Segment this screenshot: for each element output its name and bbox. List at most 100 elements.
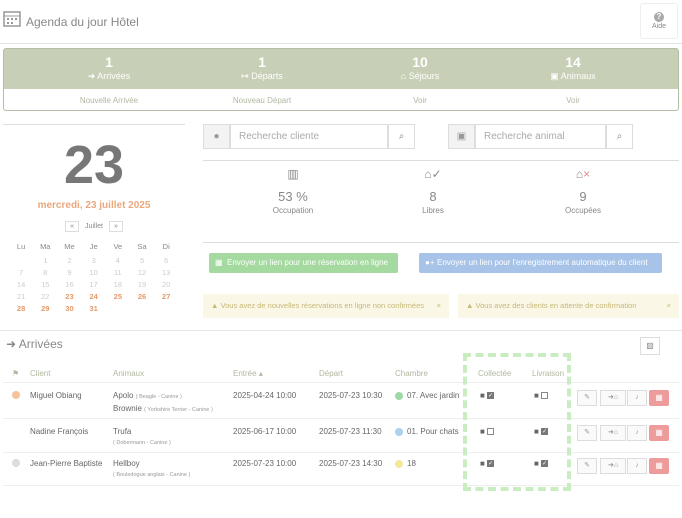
sign-out-icon: ↦ <box>241 71 249 81</box>
checkin-button[interactable]: ➜⌂ <box>600 425 626 441</box>
new-departure-link[interactable]: Nouveau Départ <box>182 96 342 105</box>
calendar-cell[interactable] <box>106 304 130 313</box>
stat-arrivals[interactable]: 1 ➜ Arrivées <box>29 54 189 82</box>
delete-button[interactable]: ▦ <box>649 458 669 474</box>
col-client[interactable]: Client <box>30 369 50 378</box>
calendar-cell[interactable]: 21 <box>9 292 33 301</box>
view-stays-link[interactable]: Voir <box>340 96 500 105</box>
close-icon[interactable]: × <box>667 294 671 318</box>
stat-stays[interactable]: 10 ⌂ Séjours <box>340 54 500 82</box>
calendar-cell[interactable] <box>130 304 154 313</box>
edit-button[interactable]: ✎ <box>577 425 597 441</box>
client-name[interactable]: Miguel Obiang <box>30 391 82 400</box>
search-icon: ⌕ <box>616 131 623 142</box>
help-button[interactable]: ? Aide <box>640 3 678 39</box>
calendar-cell[interactable]: 19 <box>130 280 154 289</box>
client-name[interactable]: Jean-Pierre Baptiste <box>30 459 102 468</box>
edit-button[interactable]: ✎ <box>577 390 597 406</box>
weekday: Me <box>64 242 75 251</box>
calendar-cell[interactable]: 30 <box>57 304 81 313</box>
new-arrival-link[interactable]: Nouvelle Arrivée <box>29 96 189 105</box>
calendar-cell[interactable]: 22 <box>33 292 57 301</box>
free-value: 8 <box>429 189 437 204</box>
checkin-button[interactable]: ➜⌂ <box>600 390 626 406</box>
used-value: 9 <box>579 189 587 204</box>
calendar-cell[interactable]: 3 <box>82 256 106 265</box>
paw-icon: ▣ <box>550 71 559 81</box>
stat-label: Départs <box>251 71 283 81</box>
animal-entry[interactable]: Trufa <box>113 427 131 436</box>
calendar-cell[interactable]: 11 <box>106 268 130 277</box>
col-animals[interactable]: Animaux <box>113 369 144 378</box>
calendar-cell[interactable]: 9 <box>57 268 81 277</box>
stat-animals[interactable]: 14 ▣ Animaux <box>493 54 653 82</box>
col-room[interactable]: Chambre <box>395 369 428 378</box>
calendar-cell[interactable] <box>9 256 33 265</box>
calendar-cell[interactable]: 2 <box>57 256 81 265</box>
notify-button[interactable]: ♪ <box>627 425 647 441</box>
calendar-cell[interactable]: 15 <box>33 280 57 289</box>
occupancy-stat: ▥ 53 % Occupation <box>223 167 363 215</box>
calendar-icon <box>3 11 21 27</box>
notify-button[interactable]: ♪ <box>627 390 647 406</box>
auto-checkin-link-button[interactable]: ●+ Envoyer un lien pour l'enregistrement … <box>419 253 662 273</box>
edit-button[interactable]: ✎ <box>577 458 597 474</box>
calendar-cell[interactable]: 17 <box>82 280 106 289</box>
calendar-cell[interactable]: 25 <box>106 292 130 301</box>
online-booking-link-button[interactable]: ▦ Envoyer un lien pour une réservation en… <box>209 253 398 273</box>
animal-name: Apolo <box>113 391 134 400</box>
calendar-cell[interactable]: 16 <box>57 280 81 289</box>
calendar-cell[interactable]: 26 <box>130 292 154 301</box>
delete-button[interactable]: ▦ <box>649 425 669 441</box>
notify-button[interactable]: ♪ <box>627 458 647 474</box>
client-search: ● Recherche cliente ⌕ <box>203 124 415 149</box>
calendar-cell[interactable]: 6 <box>154 256 178 265</box>
calendar-cell[interactable]: 8 <box>33 268 57 277</box>
client-search-input[interactable]: Recherche cliente <box>230 124 388 149</box>
calendar-cell[interactable]: 20 <box>154 280 178 289</box>
view-animals-link[interactable]: Voir <box>493 96 653 105</box>
calendar-cell[interactable]: 12 <box>130 268 154 277</box>
calendar-cell[interactable]: 29 <box>33 304 57 313</box>
col-departure[interactable]: Départ <box>319 369 343 378</box>
prev-month-button[interactable]: « <box>65 221 80 232</box>
animal-info: ( Dobermann - Canine ) <box>113 440 171 446</box>
checkin-button[interactable]: ➜⌂ <box>600 458 626 474</box>
calendar-cell[interactable]: 4 <box>106 256 130 265</box>
calendar-cell[interactable]: 7 <box>9 268 33 277</box>
col-entry[interactable]: Entrée ▴ <box>233 369 263 378</box>
notice-pending-clients: ▲ Vous avez des clients en attente de co… <box>458 294 679 318</box>
room: 07. Avec jardin <box>395 391 459 400</box>
calendar-cell[interactable]: 14 <box>9 280 33 289</box>
animal-entry[interactable]: Apolo ( Beagle - Canine ) <box>113 391 182 400</box>
close-icon[interactable]: × <box>437 294 441 318</box>
arrivals-title-text: Arrivées <box>18 337 63 351</box>
calendar-cell-today[interactable]: 23 <box>57 292 81 301</box>
calendar-cell[interactable]: 31 <box>82 304 106 313</box>
animal-entry[interactable]: Hellboy <box>113 459 140 468</box>
calendar-cell[interactable]: 10 <box>82 268 106 277</box>
arrow-home-icon: ➜⌂ <box>607 394 619 401</box>
client-name[interactable]: Nadine François <box>30 427 88 436</box>
sign-in-icon: ➜ <box>87 71 96 81</box>
animal-entry[interactable]: Brownie ( Yorkshire Terrier - Canine ) <box>113 404 213 413</box>
highlight-frame <box>463 353 571 491</box>
animal-search-button[interactable]: ⌕ <box>606 124 633 149</box>
next-month-button[interactable]: » <box>108 221 123 232</box>
calendar-cell[interactable]: 24 <box>82 292 106 301</box>
animal-search-input[interactable]: Recherche animal <box>475 124 606 149</box>
export-button[interactable]: ▨ <box>640 337 660 355</box>
free-stat: ⌂✓ 8 Libres <box>363 167 503 215</box>
question-icon: ? <box>654 12 664 22</box>
calendar-cell[interactable]: 18 <box>106 280 130 289</box>
delete-button[interactable]: ▦ <box>649 390 669 406</box>
calendar-cell[interactable]: 5 <box>130 256 154 265</box>
stat-label: Arrivées <box>97 71 131 81</box>
calendar-cell[interactable]: 27 <box>154 292 178 301</box>
calendar-cell[interactable] <box>154 304 178 313</box>
calendar-cell[interactable]: 1 <box>33 256 57 265</box>
stat-departures[interactable]: 1 ↦ Départs <box>182 54 342 82</box>
client-search-button[interactable]: ⌕ <box>388 124 415 149</box>
calendar-cell[interactable]: 13 <box>154 268 178 277</box>
calendar-cell[interactable]: 28 <box>9 304 33 313</box>
